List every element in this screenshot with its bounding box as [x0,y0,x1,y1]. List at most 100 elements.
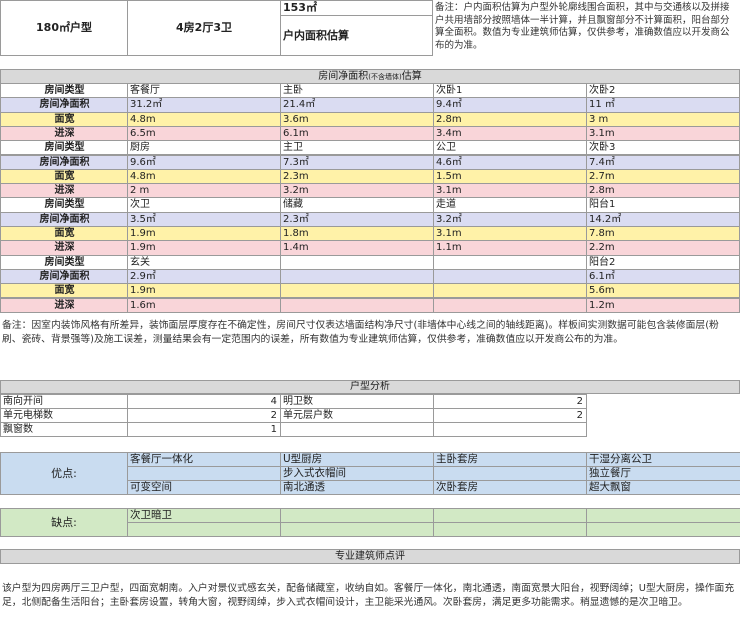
pros-cell: 主卧套房 [433,452,587,467]
row-label: 进深 [0,297,129,313]
area-remark: 备注：户内面积估算为户型外轮廓线围合面积，其中与交通核以及拼接户共用墙部分按照墙… [435,2,730,51]
analysis-right-value: 2 [433,408,587,423]
pros-cell: 次卧套房 [433,480,587,495]
room-title-main: 房间净面积 [318,71,369,82]
room-type-cell: 次卧3 [586,140,740,156]
room-type-cell: 走道 [433,197,587,213]
pros-cell: 超大飘窗 [586,480,740,495]
room-width-cell: 1.8m [280,226,434,242]
cons-label: 缺点: [0,508,128,537]
room-type-cell: 主卫 [280,140,434,156]
room-depth-cell: 1.1m [433,240,587,256]
room-width-cell: 4.8m [127,111,281,127]
analysis-left-value: 4 [127,394,281,409]
pros-cell [127,466,281,481]
cons-cell [586,522,740,537]
room-area-cell: 21.4㎡ [280,97,434,113]
analysis-left-value: 2 [127,408,281,423]
row-label: 房间净面积 [0,97,129,113]
room-width-cell: 2.3m [280,168,434,185]
room-depth-cell: 3.1m [433,183,587,199]
room-depth-cell [433,297,587,313]
room-area-cell: 3.5㎡ [127,211,281,227]
room-type-cell [280,254,434,270]
room-area-cell: 2.3㎡ [280,211,434,227]
room-depth-cell: 6.1m [280,125,434,142]
cons-cell: 次卫暗卫 [127,508,281,523]
room-depth-cell: 2 m [127,183,281,199]
pros-cell: 独立餐厅 [586,466,740,481]
area-label: 户内面积估算 [280,15,433,56]
cons-cell [433,522,587,537]
cons-cell [280,508,434,523]
row-label: 面宽 [0,226,129,242]
row-label: 面宽 [0,111,129,127]
room-area-cell: 31.2㎡ [127,97,281,113]
room-type-cell: 阳台2 [586,254,740,270]
analysis-right-value: 2 [433,394,587,409]
analysis-right-label: 明卫数 [280,394,434,409]
room-width-cell: 1.9m [127,226,281,242]
room-depth-cell: 2.8m [586,183,740,199]
room-area-cell: 11 ㎡ [586,97,740,113]
room-depth-cell: 1.9m [127,240,281,256]
room-area-cell: 14.2㎡ [586,211,740,227]
row-label: 房间类型 [0,197,129,213]
row-label: 房间净面积 [0,211,129,227]
room-area-cell: 7.3㎡ [280,154,434,170]
analysis-left-value: 1 [127,422,281,437]
room-type-cell: 主卧 [280,83,434,99]
room-depth-cell: 1.4m [280,240,434,256]
row-label: 房间类型 [0,140,129,156]
room-area-cell: 3.2㎡ [433,211,587,227]
cons-cell [127,522,281,537]
cons-cell [433,508,587,523]
room-width-cell: 2.7m [586,168,740,185]
room-type-cell: 玄关 [127,254,281,270]
room-type-cell: 储藏 [280,197,434,213]
room-remark: 备注：因室内装饰风格有所差异，装饰面层厚度存在不确定性，房间尺寸仅表达墙面结构净… [2,320,719,345]
room-width-cell: 3.6m [280,111,434,127]
room-width-cell: 1.9m [127,283,281,299]
pros-cell: 南北通透 [280,480,434,495]
room-depth-cell: 1.6m [127,297,281,313]
area-value: 153㎡ [280,0,433,16]
room-area-cell [433,268,587,285]
room-area-cell: 6.1㎡ [586,268,740,285]
analysis-title: 户型分析 [0,380,740,394]
room-depth-cell: 3.1m [586,125,740,142]
review-text: 该户型为四房两厅三卫户型，四面宽朝南。入户对景仪式感玄关，配备储藏室，收纳自如。… [2,583,735,608]
room-depth-cell: 2.2m [586,240,740,256]
room-type-cell: 次卫 [127,197,281,213]
room-width-cell: 7.8m [586,226,740,242]
room-title-suffix: 估算 [401,71,422,82]
unit-type: 180㎡户型 [0,0,128,56]
room-width-cell: 5.6m [586,283,740,299]
analysis-left-label: 南向开间 [0,394,128,409]
room-depth-cell: 3.4m [433,125,587,142]
row-label: 房间净面积 [0,154,129,170]
analysis-right-label [280,422,434,437]
row-label: 进深 [0,125,129,142]
room-width-cell: 4.8m [127,168,281,185]
room-area-cell: 9.6㎡ [127,154,281,170]
room-width-cell [280,283,434,299]
room-type-cell: 厨房 [127,140,281,156]
room-depth-cell [280,297,434,313]
row-label: 进深 [0,240,129,256]
room-width-cell: 3 m [586,111,740,127]
pros-cell: 干湿分离公卫 [586,452,740,467]
room-area-cell: 7.4㎡ [586,154,740,170]
row-label: 面宽 [0,168,129,185]
room-type-cell: 公卫 [433,140,587,156]
analysis-left-label: 飘窗数 [0,422,128,437]
room-area-cell: 4.6㎡ [433,154,587,170]
pros-cell: 可变空间 [127,480,281,495]
analysis-right-label: 单元层户数 [280,408,434,423]
layout-type: 4房2厅3卫 [127,0,281,56]
review-title: 专业建筑师点评 [0,549,740,564]
room-area-cell: 2.9㎡ [127,268,281,285]
row-label: 房间类型 [0,83,129,99]
room-width-cell: 3.1m [433,226,587,242]
analysis-right-value [433,422,587,437]
